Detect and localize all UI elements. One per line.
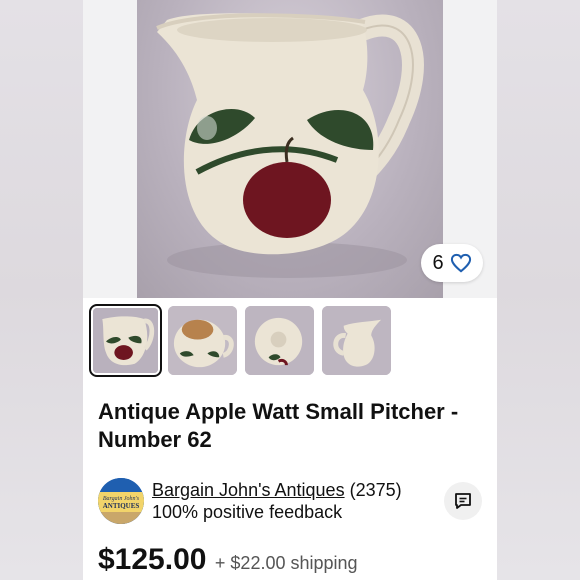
image-gallery[interactable]: 6 — [83, 0, 497, 298]
thumbnail-bottom[interactable] — [245, 306, 314, 375]
seller-info: Bargain John's ANTIQUES Bargain John's A… — [98, 478, 488, 526]
shipping-cost: + $22.00 shipping — [214, 553, 358, 573]
price: $125.00 — [98, 543, 207, 576]
thumbnail-front[interactable] — [89, 304, 162, 377]
pitcher-illustration — [156, 13, 424, 278]
seller-feedback-percent: 100% positive feedback — [152, 502, 343, 522]
seller-logo-image: Bargain John's ANTIQUES — [98, 478, 144, 524]
message-seller-button[interactable] — [444, 482, 482, 520]
heart-icon — [450, 253, 471, 273]
background-right — [497, 0, 580, 580]
thumbnail-front-image — [93, 308, 158, 373]
main-product-photo[interactable] — [137, 0, 443, 298]
background-left — [0, 0, 83, 580]
chat-icon — [455, 493, 471, 509]
price-line: $125.00 + $22.00 shipping — [98, 543, 358, 577]
thumbnail-side[interactable] — [322, 306, 391, 375]
thumbnail-side-image — [322, 306, 391, 375]
thumbnail-inside-image — [168, 306, 237, 375]
seller-feedback-count: (2375) — [349, 480, 402, 500]
seller-name-line: Bargain John's Antiques (2375) — [152, 480, 402, 501]
thumbnail-bottom-image — [245, 306, 314, 375]
listing-screen: 6 Antique Apple Watt Small Pitcher - Num… — [83, 0, 497, 580]
watch-button[interactable]: 6 — [421, 244, 483, 282]
seller-logo[interactable]: Bargain John's ANTIQUES — [98, 478, 144, 524]
thumbnail-inside[interactable] — [168, 306, 237, 375]
watch-count: 6 — [432, 251, 444, 274]
seller-name-link[interactable]: Bargain John's Antiques — [152, 480, 345, 500]
thumbnail-strip — [89, 304, 391, 377]
listing-title: Antique Apple Watt Small Pitcher - Numbe… — [98, 399, 459, 452]
seller-logo-line2: ANTIQUES — [103, 502, 140, 510]
